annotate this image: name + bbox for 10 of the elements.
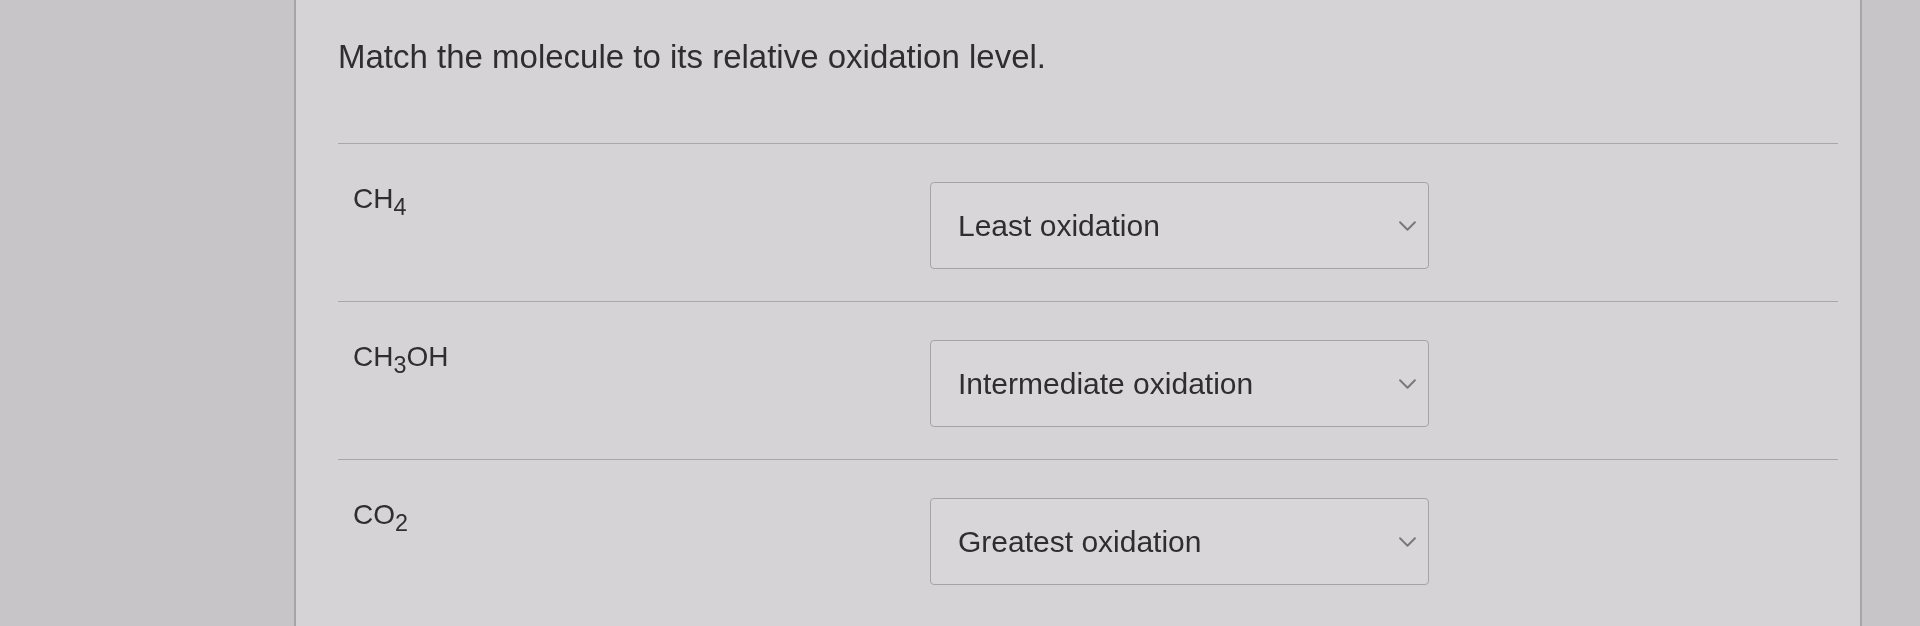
- answer-dropdown[interactable]: Least oxidation: [930, 182, 1429, 269]
- molecule-formula: CH$_{4}$: [353, 183, 407, 214]
- chevron-down-icon: [1399, 220, 1416, 231]
- answer-dropdown[interactable]: Greatest oxidation: [930, 498, 1429, 585]
- answer-dropdown[interactable]: Intermediate oxidation: [930, 340, 1429, 427]
- question-prompt: Match the molecule to its relative oxidation level.: [338, 37, 1047, 77]
- chevron-down-icon: [1399, 378, 1416, 389]
- molecule-formula: CH$_{3}$OH: [353, 341, 449, 372]
- chevron-down-icon: [1399, 536, 1416, 547]
- molecule-formula: CO$_{2}$: [353, 499, 408, 530]
